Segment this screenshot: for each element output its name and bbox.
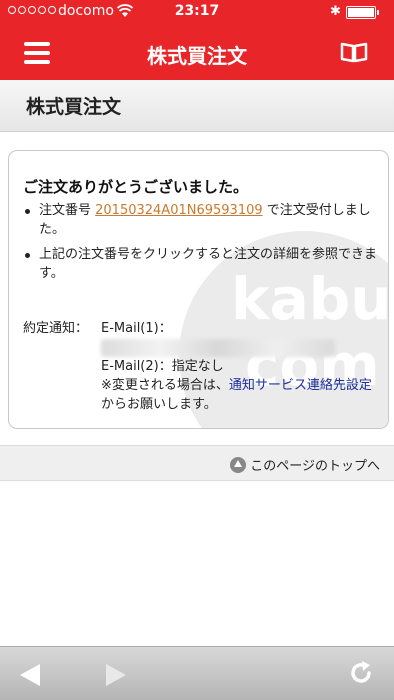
change-settings-note: ※変更される場合は、通知サービス連絡先設定からお願いします。 xyxy=(101,376,383,414)
back-arrow-icon[interactable] xyxy=(20,664,40,686)
order-number-prefix: 注文番号 xyxy=(39,203,96,218)
nav-bar: 株式買注文 xyxy=(0,24,394,80)
nav-title: 株式買注文 xyxy=(147,44,247,68)
change-prefix: ※変更される場合は、 xyxy=(101,378,229,393)
back-to-top-label: このページのトップへ xyxy=(250,459,380,474)
change-suffix: からお願いします。 xyxy=(101,397,217,412)
app-header: docomo 23:17 ✱ 株式買注文 xyxy=(0,0,394,80)
notification-settings-link[interactable]: 通知サービス連絡先設定 xyxy=(229,378,372,393)
order-detail-note: 上記の注文番号をクリックすると注文の詳細を参照できます。 xyxy=(23,245,383,283)
order-number-item: 注文番号 20150324A01N69593109 で注文受付しました。 xyxy=(23,201,383,239)
book-icon[interactable] xyxy=(340,41,368,63)
page-header: 株式買注文 xyxy=(0,80,394,132)
thanks-message: ご注文ありがとうございました。 xyxy=(23,178,249,196)
battery-icon xyxy=(346,6,376,19)
back-to-top-link[interactable]: このページのトップへ xyxy=(230,455,380,474)
up-arrow-icon xyxy=(230,456,247,473)
browser-toolbar xyxy=(0,646,394,700)
page-title: 株式買注文 xyxy=(26,96,122,118)
order-confirmation-card: kabu com ご注文ありがとうございました。 注文番号 20150324A0… xyxy=(8,150,389,429)
email1-label: E-Mail(1)： xyxy=(101,321,172,336)
order-number-link[interactable]: 20150324A01N69593109 xyxy=(95,203,263,218)
battery-tip xyxy=(377,10,379,15)
reload-icon[interactable] xyxy=(348,660,374,686)
email2-value: E-Mail(2)：指定なし xyxy=(101,359,224,374)
status-bar: docomo 23:17 ✱ xyxy=(0,0,394,24)
bluetooth-icon: ✱ xyxy=(330,4,341,19)
forward-arrow-icon[interactable] xyxy=(106,664,126,686)
confirmation-list: 注文番号 20150324A01N69593109 で注文受付しました。 上記の… xyxy=(23,201,383,283)
notice-label: 約定通知： xyxy=(23,321,89,336)
back-to-top-bar: このページのトップへ xyxy=(0,445,394,481)
email1-value-redacted xyxy=(101,339,335,357)
confirmation-body: ご注文ありがとうございました。 注文番号 20150324A01N6959310… xyxy=(23,176,383,289)
